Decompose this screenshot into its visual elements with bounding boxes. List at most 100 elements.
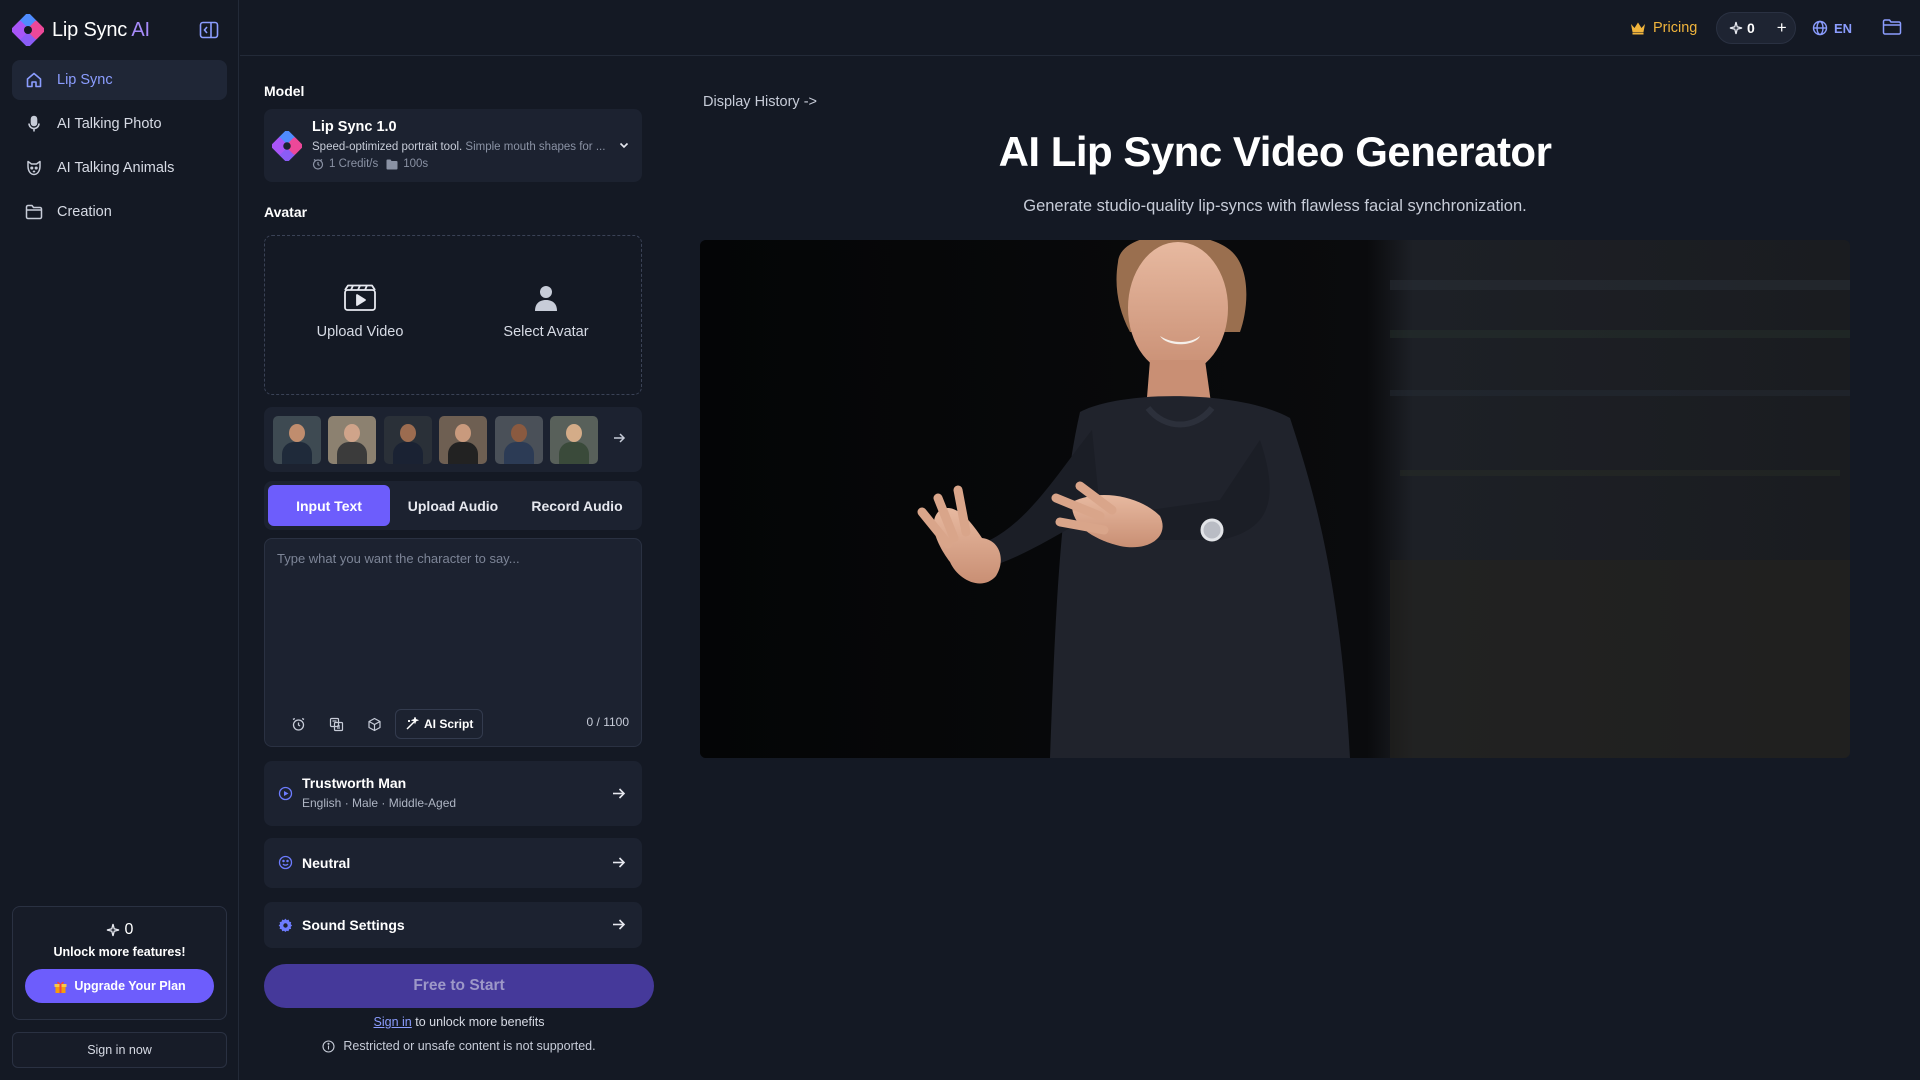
select-avatar-label: Select Avatar: [503, 324, 589, 340]
avatar-thumbnail[interactable]: [273, 416, 321, 464]
sidebar-credits: 0: [106, 921, 134, 939]
model-description: Speed-optimized portrait tool. Simple mo…: [312, 141, 612, 153]
avatar-thumbnail[interactable]: [550, 416, 598, 464]
ai-script-button[interactable]: AI Script: [395, 709, 484, 739]
page-title: AI Lip Sync Video Generator: [998, 128, 1552, 175]
avatar-thumbnail[interactable]: [439, 416, 487, 464]
free-to-start-button[interactable]: Free to Start: [264, 964, 654, 1008]
add-credits-button[interactable]: +: [1777, 18, 1787, 38]
arrow-right-icon: [611, 917, 626, 932]
sidebar-item-ai-talking-photo[interactable]: AI Talking Photo: [12, 104, 227, 144]
translate-icon: [329, 717, 343, 731]
model-duration: 100s: [386, 158, 428, 170]
voice-details: English · Male · Middle-Aged: [302, 796, 457, 810]
sidebar-toggle-icon: [199, 21, 219, 39]
magic-wand-icon: [406, 717, 419, 730]
avatar-thumbnail[interactable]: [328, 416, 376, 464]
demo-video[interactable]: [700, 240, 1850, 758]
info-icon: [322, 1039, 335, 1053]
sidebar-item-lip-sync[interactable]: Lip Sync: [12, 60, 227, 100]
upload-video-label: Upload Video: [316, 324, 404, 340]
clock-icon: [312, 159, 324, 170]
avatar-thumbnail[interactable]: [384, 416, 432, 464]
sign-in-link[interactable]: Sign in: [374, 1015, 412, 1029]
model-name: Lip Sync 1.0: [312, 119, 397, 135]
arrow-right-icon: [611, 855, 626, 870]
tab-input-text[interactable]: Input Text: [268, 485, 390, 526]
folder-icon: [1882, 19, 1902, 35]
sound-settings-label: Sound Settings: [302, 917, 405, 933]
sidebar: Lip Sync AI Lip Sync AI Talking Photo AI…: [0, 0, 239, 1080]
sidebar-item-creation[interactable]: Creation: [12, 192, 227, 232]
globe-icon: [1812, 20, 1828, 36]
upgrade-plan-label: Upgrade Your Plan: [74, 979, 186, 993]
voice-selector[interactable]: Trustworth Man English · Male · Middle-A…: [264, 761, 642, 826]
character-count: 0 / 1100: [586, 715, 629, 729]
topbar: Pricing 0 + EN: [240, 0, 1920, 56]
pricing-link[interactable]: Pricing: [1630, 16, 1697, 40]
video-upload-icon: [343, 284, 377, 312]
play-circle-icon: [278, 786, 293, 801]
gift-icon: [53, 979, 68, 994]
language-selector[interactable]: EN: [1812, 16, 1852, 40]
sidebar-item-label: AI Talking Photo: [57, 116, 162, 132]
collapse-sidebar-button[interactable]: [198, 20, 220, 40]
avatar-presets: [264, 407, 642, 472]
restricted-text: Restricted or unsafe content is not supp…: [343, 1039, 596, 1053]
user-icon: [532, 284, 560, 312]
display-history-link[interactable]: Display History ->: [703, 94, 817, 110]
sign-in-prompt: Sign in to unlock more benefits: [264, 1015, 654, 1029]
ai-script-label: AI Script: [424, 717, 474, 731]
polish-text-button[interactable]: [355, 709, 393, 739]
my-files-button[interactable]: [1882, 18, 1904, 38]
content-restriction-note: Restricted or unsafe content is not supp…: [264, 1039, 654, 1053]
model-credit-rate: 1 Credit/s: [312, 158, 378, 170]
tab-upload-audio[interactable]: Upload Audio: [392, 485, 514, 526]
script-input-box: AI Script 0 / 1100: [264, 538, 642, 747]
voice-name: Trustworth Man: [302, 775, 407, 791]
microphone-icon: [25, 115, 43, 133]
pricing-label: Pricing: [1653, 20, 1698, 36]
text-tools: AI Script: [279, 709, 484, 739]
avatar-upload-area: Upload Video Select Avatar: [264, 235, 642, 395]
smiley-icon: [278, 855, 293, 870]
alarm-clock-icon: [292, 717, 304, 731]
sidebar-item-label: Lip Sync: [57, 72, 113, 88]
sound-settings[interactable]: Sound Settings: [264, 902, 642, 948]
model-selector[interactable]: Lip Sync 1.0 Speed-optimized portrait to…: [264, 109, 642, 182]
insert-pause-button[interactable]: [279, 709, 317, 739]
chevron-down-icon: [618, 139, 630, 151]
model-credit-rate-text: 1 Credit/s: [329, 158, 379, 170]
tab-record-audio[interactable]: Record Audio: [516, 485, 638, 526]
sparkle-icon: [106, 923, 120, 937]
language-label: EN: [1834, 20, 1853, 36]
gear-icon: [278, 918, 293, 933]
cube-icon: [367, 717, 381, 731]
avatar-thumbnail[interactable]: [495, 416, 543, 464]
model-section-label: Model: [264, 83, 305, 99]
sign-in-prompt-text: to unlock more benefits: [411, 1015, 545, 1029]
folder-icon: [25, 203, 43, 221]
script-textarea[interactable]: [277, 551, 627, 681]
brand-name: Lip Sync AI: [52, 19, 150, 42]
emotion-selector[interactable]: Neutral: [264, 838, 642, 888]
brand[interactable]: Lip Sync AI: [12, 14, 150, 46]
sidebar-item-ai-talking-animals[interactable]: AI Talking Animals: [12, 148, 227, 188]
sparkle-icon: [1729, 21, 1743, 35]
translate-button[interactable]: [317, 709, 355, 739]
demo-video-presenter-image: [700, 240, 1850, 758]
folder-icon: [386, 159, 398, 169]
select-avatar-button[interactable]: Select Avatar: [471, 284, 621, 340]
sidebar-nav: Lip Sync AI Talking Photo AI Talking Ani…: [12, 60, 227, 236]
upgrade-plan-button[interactable]: Upgrade Your Plan: [25, 969, 214, 1003]
arrow-right-icon[interactable]: [612, 431, 626, 445]
model-meta: 1 Credit/s 100s: [312, 158, 428, 170]
upload-video-button[interactable]: Upload Video: [285, 284, 435, 340]
sidebar-item-label: AI Talking Animals: [57, 160, 175, 176]
sign-in-now-button[interactable]: Sign in now: [12, 1032, 227, 1068]
emotion-label: Neutral: [302, 855, 351, 871]
cat-icon: [25, 159, 43, 177]
brand-name-text: Lip Sync: [52, 18, 128, 41]
sidebar-credits-value: 0: [124, 921, 134, 938]
upgrade-card: 0 Unlock more features! Upgrade Your Pla…: [12, 906, 227, 1020]
